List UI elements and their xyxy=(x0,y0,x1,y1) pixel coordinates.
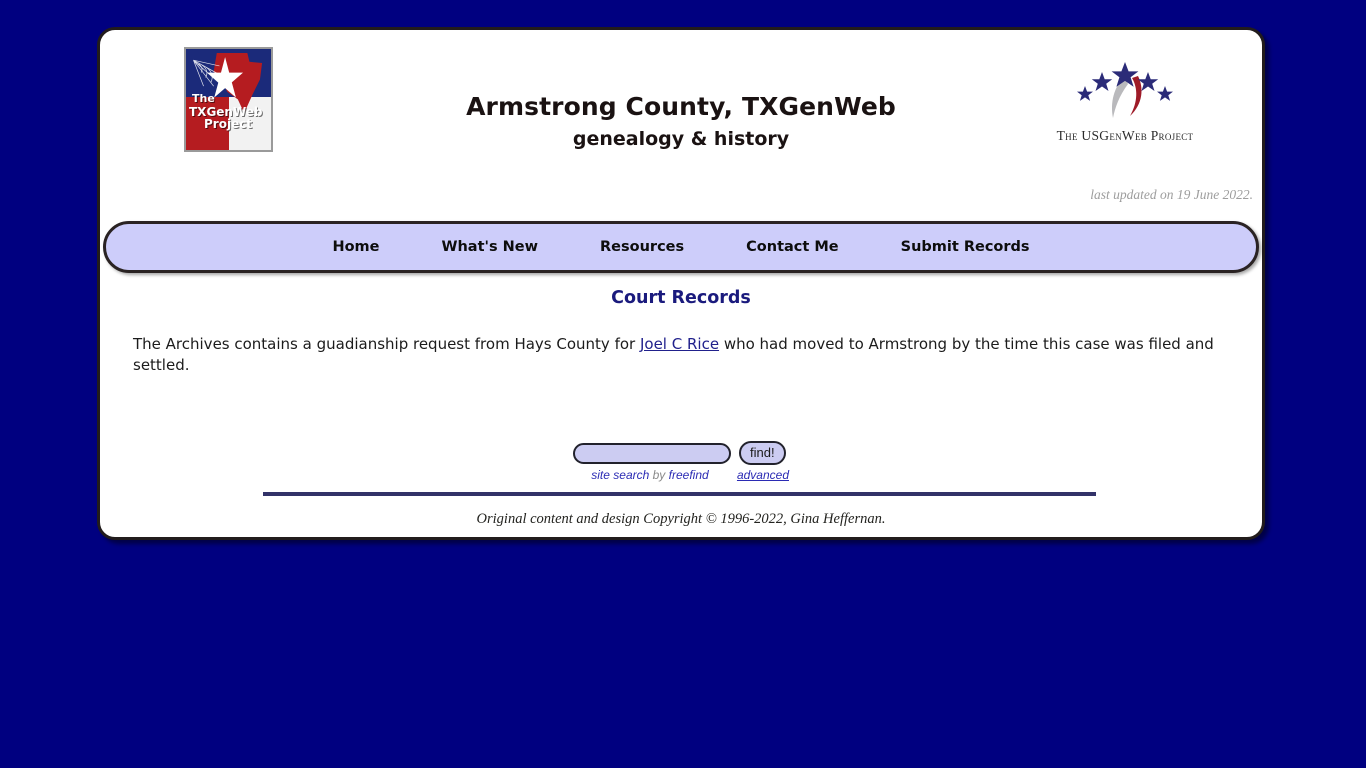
freefind-search-widget: find! site search by freefind advanced xyxy=(100,441,1262,482)
main-content: Court Records The Archives contains a gu… xyxy=(100,288,1262,482)
usgenweb-logo-caption: The USGenWeb Project xyxy=(1056,128,1194,143)
nav-item-home[interactable]: Home xyxy=(332,239,379,255)
copyright-text: Original content and design Copyright © … xyxy=(476,511,886,527)
usgenweb-project-logo[interactable]: The USGenWeb Project xyxy=(1040,58,1210,156)
nav-item-resources[interactable]: Resources xyxy=(600,239,684,255)
find-button[interactable]: find! xyxy=(739,441,786,465)
nav-item-whats-new[interactable]: What's New xyxy=(441,239,538,255)
content-heading: Court Records xyxy=(611,288,751,308)
search-caption-row: site search by freefind advanced xyxy=(573,468,789,482)
page-frame: The TXGenWeb Project Armstrong County, T… xyxy=(97,27,1265,540)
content-paragraph: The Archives contains a guadianship requ… xyxy=(133,334,1230,376)
last-updated-text: last updated on 19 June 2022. xyxy=(1090,187,1253,202)
freefind-credit-by: by xyxy=(649,468,669,482)
nav-item-contact-me[interactable]: Contact Me xyxy=(746,239,838,255)
freefind-credit-brand: freefind xyxy=(668,468,709,482)
footer-divider xyxy=(263,492,1096,496)
search-row: find! xyxy=(573,441,789,465)
search-input[interactable] xyxy=(573,442,731,464)
freefind-credit: site search by freefind xyxy=(573,468,727,482)
site-header: The TXGenWeb Project Armstrong County, T… xyxy=(100,30,1262,202)
freefind-credit-lead: site search xyxy=(591,468,650,482)
usgenweb-star-swoosh-icon xyxy=(1077,62,1173,118)
main-navigation-bar: Home What's New Resources Contact Me Sub… xyxy=(103,221,1259,273)
search-widget-inner: find! site search by freefind advanced xyxy=(573,441,789,482)
paragraph-text-before-link: The Archives contains a guadianship requ… xyxy=(133,335,640,353)
nav-item-submit-records[interactable]: Submit Records xyxy=(901,239,1030,255)
joel-c-rice-link[interactable]: Joel C Rice xyxy=(640,335,719,353)
advanced-search-link[interactable]: advanced xyxy=(737,468,789,482)
